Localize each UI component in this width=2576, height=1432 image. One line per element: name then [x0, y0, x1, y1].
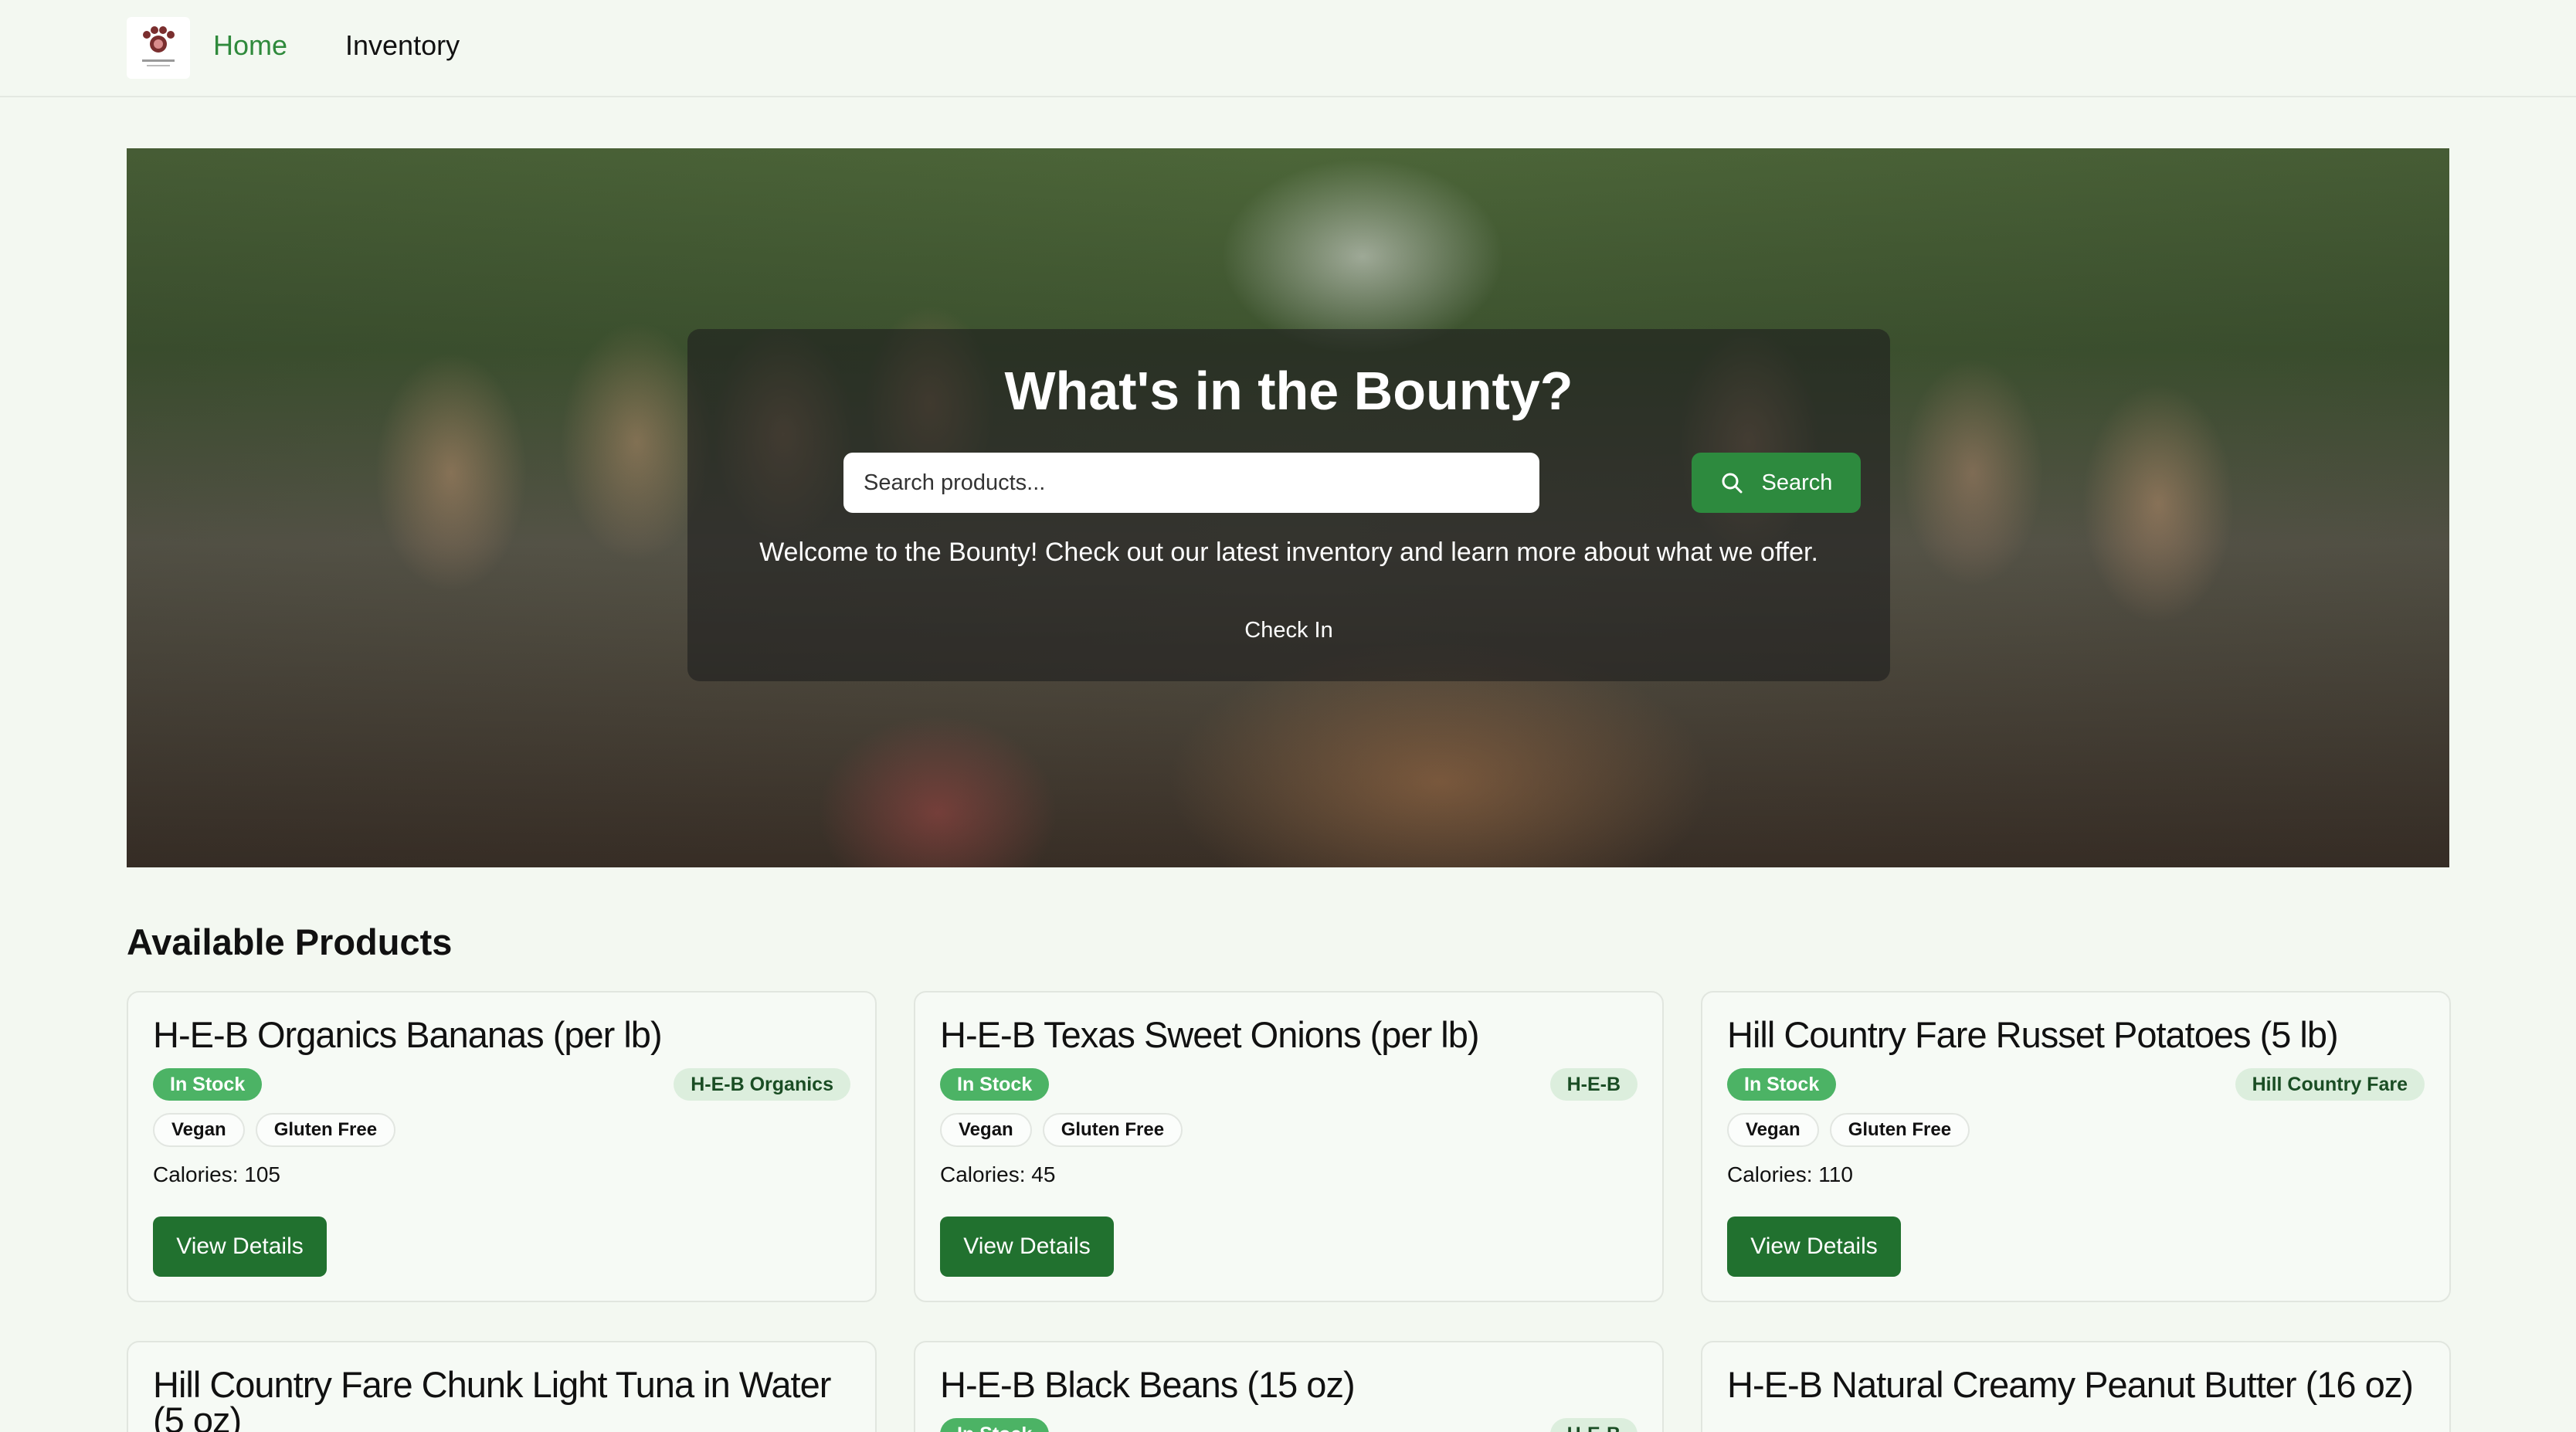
brand-badge: H-E-B [1549, 1418, 1638, 1432]
nav-home-link[interactable]: Home [213, 29, 287, 62]
view-details-button[interactable]: View Details [940, 1217, 1114, 1277]
search-button-label: Search [1761, 470, 1833, 495]
stock-badge: In Stock [940, 1068, 1050, 1101]
stock-badge: In Stock [940, 1418, 1050, 1432]
product-card: H-E-B Black Beans (15 oz) In Stock H-E-B [914, 1341, 1664, 1432]
nav-inventory-link[interactable]: Inventory [345, 29, 460, 62]
dietary-tags: Vegan Gluten Free [1727, 1113, 1970, 1147]
calories-text: Calories: 110 [1727, 1162, 1853, 1186]
product-name: H-E-B Texas Sweet Onions (per lb) [940, 1014, 1480, 1055]
tag-vegan: Vegan [940, 1113, 1032, 1147]
product-card: H-E-B Natural Creamy Peanut Butter (16 o… [1701, 1341, 2451, 1432]
view-details-button[interactable]: View Details [1727, 1217, 1901, 1277]
tag-gluten-free: Gluten Free [1042, 1113, 1183, 1147]
search-icon [1722, 473, 1743, 494]
search-input[interactable] [843, 453, 1539, 513]
stock-badge: In Stock [1727, 1068, 1837, 1101]
hero-banner: What's in the Bounty? Search Welcome to … [127, 148, 2449, 867]
bobcat-bounty-logo[interactable] [127, 17, 190, 79]
brand-badge: H-E-B [1549, 1068, 1638, 1101]
view-details-button[interactable]: View Details [153, 1217, 327, 1277]
tag-vegan: Vegan [153, 1113, 245, 1147]
calories-text: Calories: 105 [153, 1162, 280, 1186]
product-name: Hill Country Fare Chunk Light Tuna in Wa… [153, 1364, 831, 1432]
tag-gluten-free: Gluten Free [1829, 1113, 1970, 1147]
product-card: H-E-B Organics Bananas (per lb) In Stock… [127, 991, 877, 1302]
available-products-heading: Available Products [127, 921, 453, 962]
calories-text: Calories: 45 [940, 1162, 1056, 1186]
brand-badge: H-E-B Organics [674, 1068, 850, 1101]
paw-logo-icon [142, 26, 175, 66]
navbar: Home Inventory [0, 0, 2576, 97]
dietary-tags: Vegan Gluten Free [153, 1113, 396, 1147]
product-name: H-E-B Natural Creamy Peanut Butter (16 o… [1727, 1364, 2414, 1405]
tag-gluten-free: Gluten Free [255, 1113, 396, 1147]
dietary-tags: Vegan Gluten Free [940, 1113, 1183, 1147]
product-card: Hill Country Fare Russet Potatoes (5 lb)… [1701, 991, 2451, 1302]
hero-overlay-panel: What's in the Bounty? Search Welcome to … [687, 329, 1890, 681]
hero-title: What's in the Bounty? [1004, 361, 1573, 421]
search-button[interactable]: Search [1692, 453, 1861, 513]
tag-vegan: Vegan [1727, 1113, 1819, 1147]
product-name: Hill Country Fare Russet Potatoes (5 lb) [1727, 1014, 2339, 1055]
stock-badge: In Stock [153, 1068, 263, 1101]
check-in-link[interactable]: Check In [687, 618, 1890, 643]
product-name: H-E-B Organics Bananas (per lb) [153, 1014, 663, 1055]
product-name: H-E-B Black Beans (15 oz) [940, 1364, 1356, 1405]
brand-badge: Hill Country Fare [2235, 1068, 2425, 1101]
product-card: H-E-B Texas Sweet Onions (per lb) In Sto… [914, 991, 1664, 1302]
welcome-text: Welcome to the Bounty! Check out our lat… [759, 538, 1818, 567]
product-card: Hill Country Fare Chunk Light Tuna in Wa… [127, 1341, 877, 1432]
